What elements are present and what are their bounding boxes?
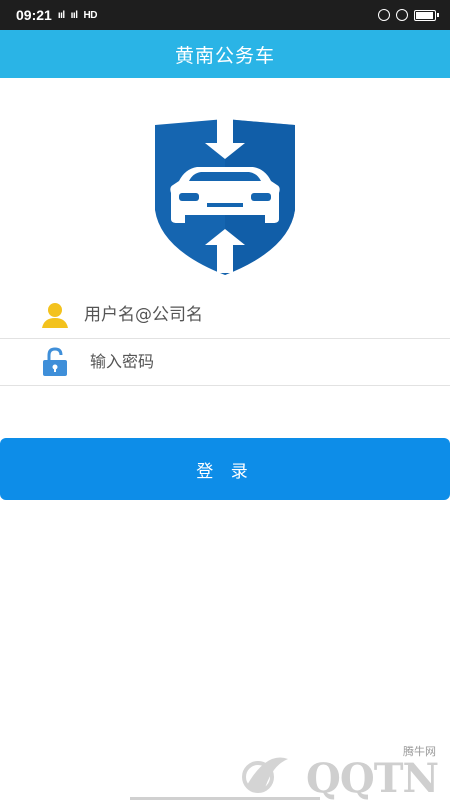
status-time: 09:21	[16, 7, 52, 23]
signal-icon: ııl	[57, 9, 65, 21]
username-row	[0, 291, 450, 339]
status-left: 09:21 ııl ııl HD	[16, 7, 97, 23]
username-input[interactable]	[82, 295, 426, 334]
login-button[interactable]: 登 录	[0, 438, 450, 500]
battery-icon	[414, 9, 439, 21]
alarm-icon	[396, 9, 408, 21]
network-type-label: HD	[83, 9, 98, 21]
watermark-logo-text: QQTN	[306, 755, 439, 802]
watermark-logo-icon	[242, 757, 288, 793]
signal-icon-2: ııl	[70, 9, 78, 21]
title-bar: 黄南公务车	[0, 30, 450, 78]
shield-car-logo	[155, 119, 295, 275]
page-title: 黄南公务车	[174, 44, 275, 67]
lock-icon	[378, 9, 390, 21]
status-bar: 09:21 ııl ııl HD	[0, 0, 450, 30]
user-icon	[42, 302, 68, 328]
status-right	[378, 9, 439, 21]
password-row	[0, 338, 450, 386]
unlock-icon	[43, 346, 67, 376]
password-input[interactable]	[88, 342, 432, 381]
site-watermark: 腾牛网 QQTN	[236, 745, 446, 802]
